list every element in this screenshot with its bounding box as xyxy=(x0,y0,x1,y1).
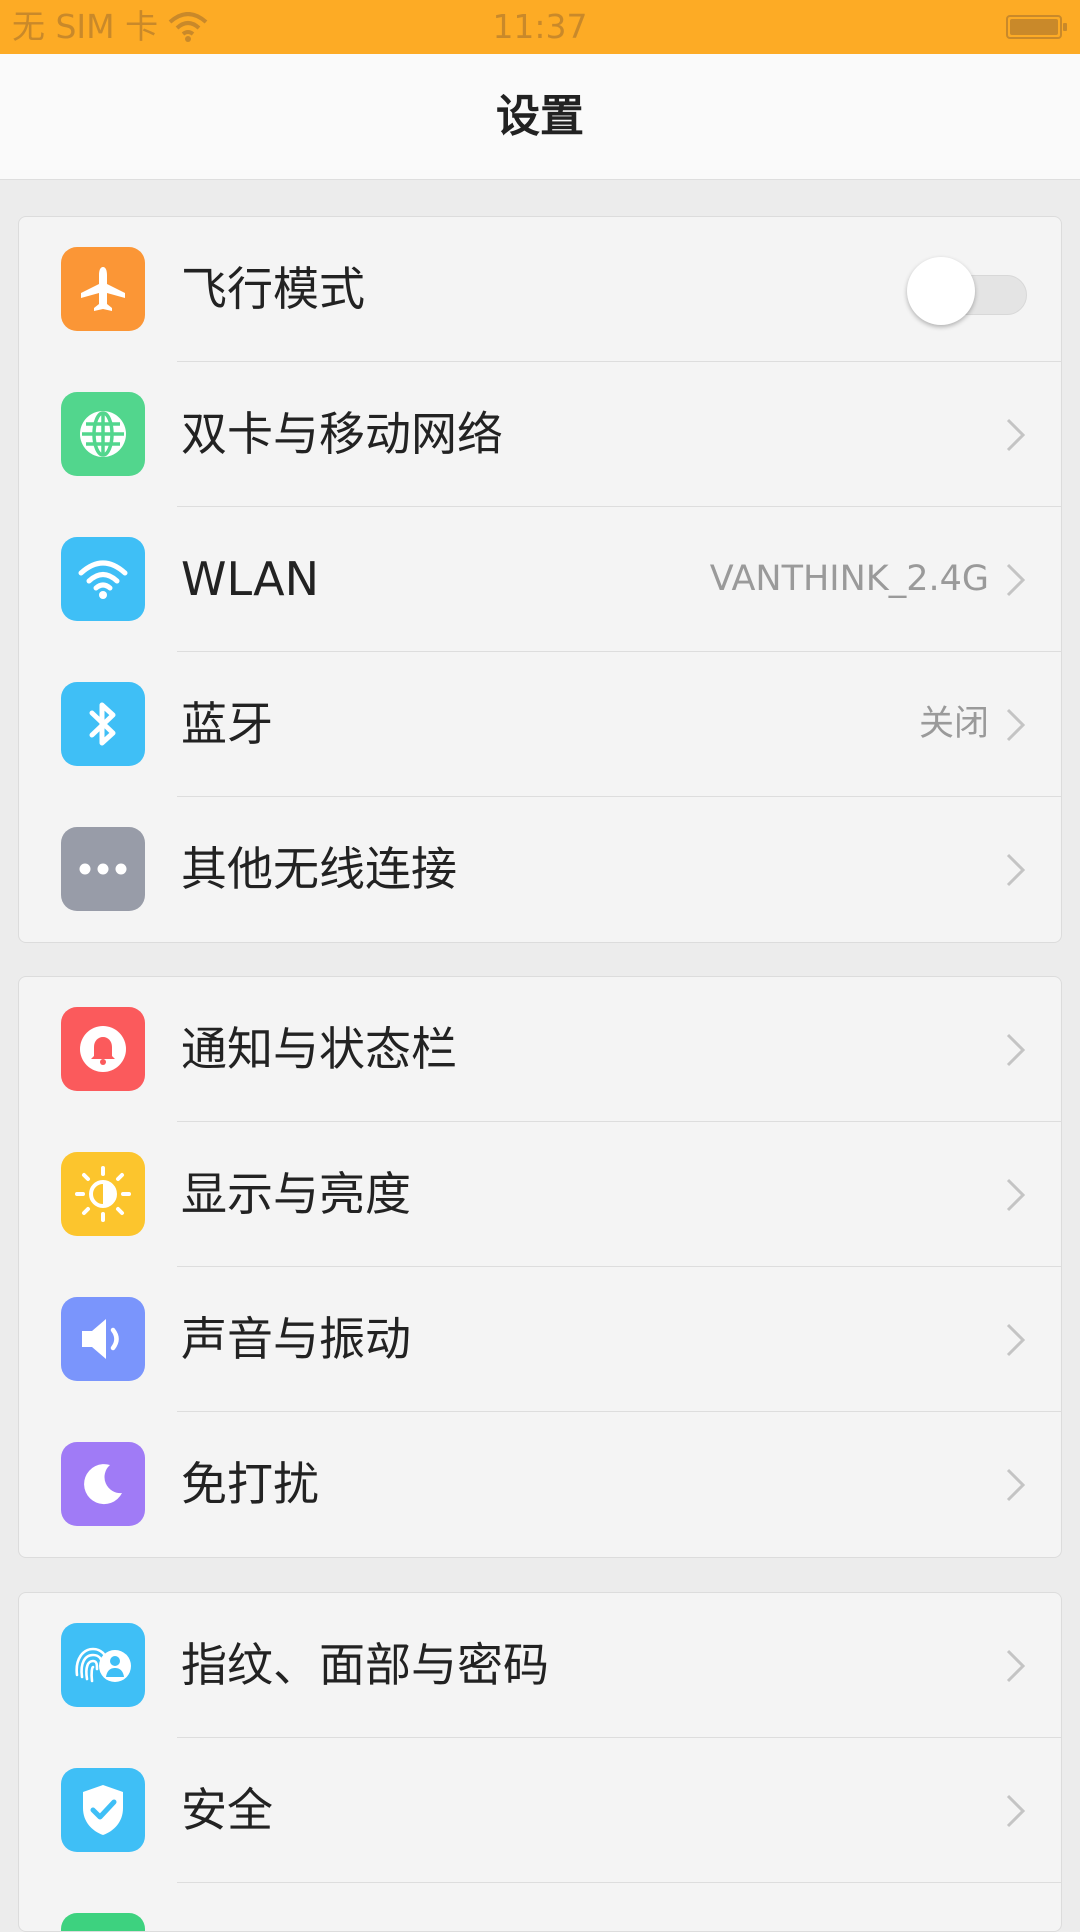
settings-item-label: 双卡与移动网络 xyxy=(181,407,503,461)
settings-item-sound-vibration[interactable]: 声音与振动 xyxy=(19,1267,1061,1412)
settings-item-wlan[interactable]: WLAN VANTHINK_2.4G xyxy=(19,507,1061,652)
chevron-right-icon xyxy=(1006,563,1026,597)
bluetooth-icon xyxy=(61,682,145,766)
settings-item-notifications-status-bar[interactable]: 通知与状态栏 xyxy=(19,977,1061,1122)
page-title: 设置 xyxy=(0,54,1080,180)
wifi-icon xyxy=(61,537,145,621)
status-time: 11:37 xyxy=(492,7,588,46)
settings-item-security[interactable]: 安全 xyxy=(19,1738,1061,1883)
settings-item-label: 显示与亮度 xyxy=(181,1167,411,1221)
bell-icon xyxy=(61,1007,145,1091)
airplane-icon xyxy=(61,247,145,331)
chevron-right-icon xyxy=(1006,853,1026,887)
settings-item-fingerprint-face-password[interactable]: 指纹、面部与密码 xyxy=(19,1593,1061,1738)
settings-item-label: 飞行模式 xyxy=(181,262,365,316)
chevron-right-icon xyxy=(1006,1033,1026,1067)
settings-item-label: 免打扰 xyxy=(181,1457,319,1511)
status-bar: 无 SIM 卡 11:37 xyxy=(0,0,1080,54)
chevron-right-icon xyxy=(1006,418,1026,452)
settings-item-airplane-mode[interactable]: 飞行模式 xyxy=(19,217,1061,362)
wlan-network-name: VANTHINK_2.4G xyxy=(709,559,989,599)
battery-icon xyxy=(1006,15,1067,39)
shield-icon xyxy=(61,1768,145,1852)
chevron-right-icon xyxy=(1006,1178,1026,1212)
chevron-right-icon xyxy=(1006,1468,1026,1502)
chevron-right-icon xyxy=(1006,1649,1026,1683)
settings-item-label: 安全 xyxy=(181,1783,273,1837)
chevron-right-icon xyxy=(1006,1323,1026,1357)
settings-item-bluetooth[interactable]: 蓝牙 关闭 xyxy=(19,652,1061,797)
settings-item-display-brightness[interactable]: 显示与亮度 xyxy=(19,1122,1061,1267)
bluetooth-status: 关闭 xyxy=(918,704,989,744)
settings-item-other-wireless[interactable]: 其他无线连接 xyxy=(19,797,1061,942)
chevron-right-icon xyxy=(1006,1794,1026,1828)
more-dots-icon xyxy=(61,827,145,911)
chevron-right-icon xyxy=(1006,708,1026,742)
moon-icon xyxy=(61,1442,145,1526)
settings-item-label: 通知与状态栏 xyxy=(181,1022,457,1076)
settings-item-label: WLAN xyxy=(181,552,320,606)
settings-group-display-sound: 通知与状态栏 显示与亮度 声音与振动 免打扰 xyxy=(18,976,1062,1558)
settings-item-label: 声音与振动 xyxy=(181,1312,411,1366)
settings-item-label: 指纹、面部与密码 xyxy=(181,1638,549,1692)
settings-item-label: 蓝牙 xyxy=(181,697,273,751)
settings-group-connectivity: 飞行模式 双卡与移动网络 WLAN VANTHINK_2.4G 蓝牙 关闭 其他… xyxy=(18,216,1062,943)
globe-icon xyxy=(61,392,145,476)
speaker-icon xyxy=(61,1297,145,1381)
brightness-icon xyxy=(61,1152,145,1236)
settings-group-security: 指纹、面部与密码 安全 xyxy=(18,1592,1062,1932)
airplane-mode-toggle[interactable] xyxy=(907,257,1027,325)
settings-item-dual-sim-mobile-network[interactable]: 双卡与移动网络 xyxy=(19,362,1061,507)
settings-item-partial[interactable] xyxy=(19,1883,1061,1931)
settings-item-label: 其他无线连接 xyxy=(181,842,457,896)
settings-item-do-not-disturb[interactable]: 免打扰 xyxy=(19,1412,1061,1557)
green-icon xyxy=(61,1913,145,1931)
fingerprint-face-icon xyxy=(61,1623,145,1707)
